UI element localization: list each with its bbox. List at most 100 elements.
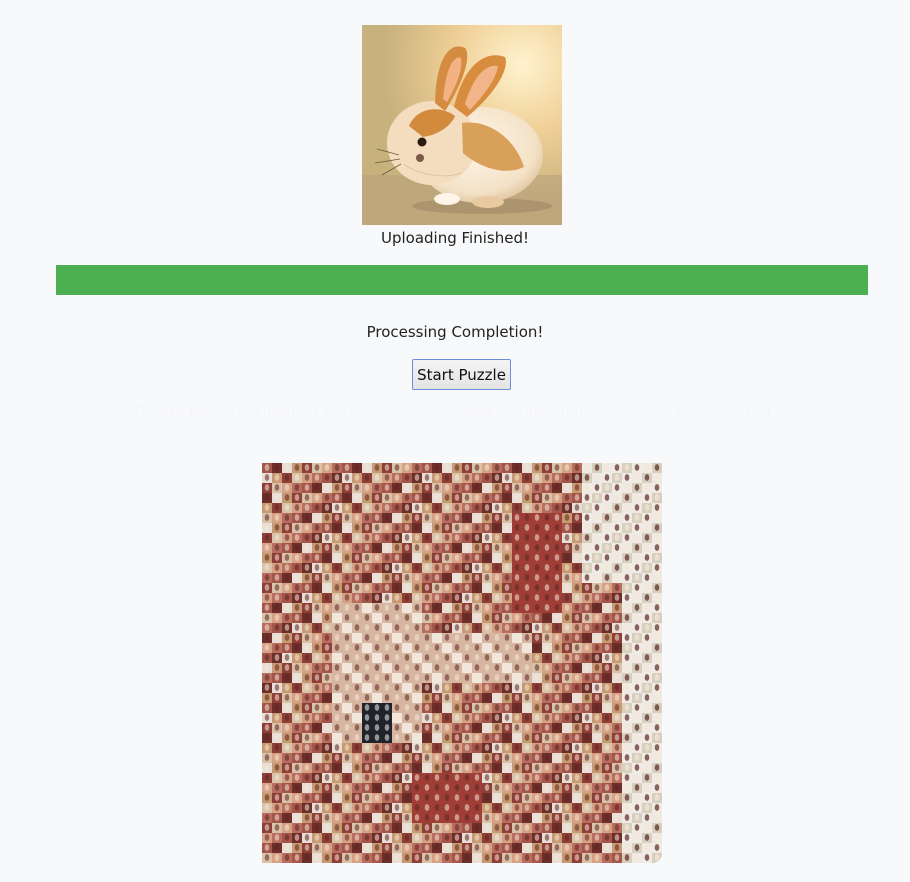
mosaic-tile-detail [564, 594, 570, 601]
mosaic-tile-detail [274, 694, 280, 701]
mosaic-tile-detail [424, 844, 430, 851]
mosaic-tile-detail [424, 494, 430, 501]
mosaic-tile-detail [654, 664, 660, 671]
mosaic-tile-detail [634, 534, 640, 541]
mosaic-tile-detail [554, 794, 560, 801]
mosaic-tile-detail [594, 814, 600, 821]
mosaic-tile-detail [474, 704, 480, 711]
mosaic-tile-detail [464, 594, 470, 601]
upload-status-text: Uploading Finished! [381, 229, 529, 247]
mosaic-tile-detail [364, 554, 370, 561]
mosaic-tile-detail [584, 754, 590, 761]
mosaic-tile-detail [454, 744, 460, 751]
mosaic-tile-detail [634, 624, 640, 631]
mosaic-tile-detail [634, 634, 640, 641]
mosaic-tile-detail [544, 484, 550, 491]
mosaic-tile-detail [534, 544, 540, 551]
mosaic-tile-detail [264, 704, 270, 711]
mosaic-tile-detail [344, 774, 350, 781]
mosaic-tile-detail [364, 624, 370, 631]
mosaic-tile-detail [344, 584, 350, 591]
mosaic-tile-detail [484, 694, 490, 701]
mosaic-tile-detail [564, 534, 570, 541]
mosaic-tile-detail [624, 834, 630, 841]
mosaic-tile-detail [404, 644, 410, 651]
mosaic-tile-detail [534, 624, 540, 631]
mosaic-tile-detail [334, 584, 340, 591]
mosaic-tile-detail [384, 854, 390, 861]
mosaic-tile-detail [374, 604, 380, 611]
mosaic-tile-detail [484, 704, 490, 711]
mosaic-tile-detail [524, 474, 530, 481]
mosaic-tile-detail [614, 784, 620, 791]
mosaic-tile-detail [354, 704, 360, 711]
mosaic-tile-detail [574, 494, 580, 501]
mosaic-tile-detail [624, 654, 630, 661]
mosaic-tile-detail [514, 744, 520, 751]
mosaic-tile-detail [604, 834, 610, 841]
mosaic-tile-detail [364, 504, 370, 511]
mosaic-tile-detail [504, 594, 510, 601]
mosaic-tile-detail [354, 494, 360, 501]
mosaic-tile-detail [574, 544, 580, 551]
mosaic-tile-detail [534, 794, 540, 801]
mosaic-tile-detail [264, 724, 270, 731]
mosaic-tile-detail [564, 684, 570, 691]
mosaic-tile-detail [624, 544, 630, 551]
mosaic-tile-detail [334, 524, 340, 531]
mosaic-tile-detail [494, 774, 500, 781]
mosaic-tile-detail [454, 734, 460, 741]
mosaic-tile-detail [314, 634, 320, 641]
mosaic-tile-detail [344, 644, 350, 651]
mosaic-tile-detail [454, 644, 460, 651]
mosaic-tile-detail [344, 834, 350, 841]
mosaic-tile-detail [314, 784, 320, 791]
mosaic-tile-detail [424, 754, 430, 761]
mosaic-tile-detail [444, 504, 450, 511]
mosaic-tile-detail [494, 624, 500, 631]
mosaic-tile-detail [484, 584, 490, 591]
mosaic-tile-detail [634, 684, 640, 691]
mosaic-tile-detail [614, 524, 620, 531]
mosaic-tile-detail [554, 814, 560, 821]
mosaic-tile-detail [314, 744, 320, 751]
mosaic-tile-detail [504, 744, 510, 751]
mosaic-tile-detail [374, 854, 380, 861]
mosaic-tile-detail [304, 524, 310, 531]
mosaic-tile-detail [634, 804, 640, 811]
mosaic-tile-detail [624, 754, 630, 761]
mosaic-tile-detail [444, 654, 450, 661]
mosaic-tile-detail [594, 704, 600, 711]
mosaic-tile-detail [524, 844, 530, 851]
mosaic-tile-detail [324, 474, 330, 481]
mosaic-tile-detail [614, 464, 620, 471]
mosaic-tile-detail [284, 594, 290, 601]
mosaic-tile-detail [424, 504, 430, 511]
mosaic-tile-detail [284, 564, 290, 571]
mosaic-tile-detail [464, 584, 470, 591]
mosaic-tile-detail [384, 734, 390, 741]
mosaic-tile-detail [404, 474, 410, 481]
mosaic-tile-detail [514, 564, 520, 571]
mosaic-tile-detail [264, 614, 270, 621]
mosaic-tile-detail [514, 574, 520, 581]
mosaic-tile-detail [324, 504, 330, 511]
mosaic-tile-detail [394, 504, 400, 511]
mosaic-tile-detail [454, 794, 460, 801]
start-puzzle-button[interactable]: Start Puzzle [412, 359, 511, 390]
mosaic-tile-detail [564, 614, 570, 621]
mosaic-tile-detail [434, 754, 440, 761]
mosaic-tile-detail [484, 654, 490, 661]
mosaic-tile-detail [264, 824, 270, 831]
mosaic-tile-detail [474, 814, 480, 821]
mosaic-tile-detail [434, 584, 440, 591]
mosaic-tile-detail [644, 644, 650, 651]
mosaic-tile-detail [544, 824, 550, 831]
mosaic-tile-detail [434, 554, 440, 561]
mosaic-tile-detail [654, 804, 660, 811]
mosaic-tile-detail [504, 814, 510, 821]
mosaic-tile-detail [414, 664, 420, 671]
mosaic-tile-detail [444, 534, 450, 541]
mosaic-tile-detail [274, 854, 280, 861]
mosaic-tile-detail [634, 694, 640, 701]
